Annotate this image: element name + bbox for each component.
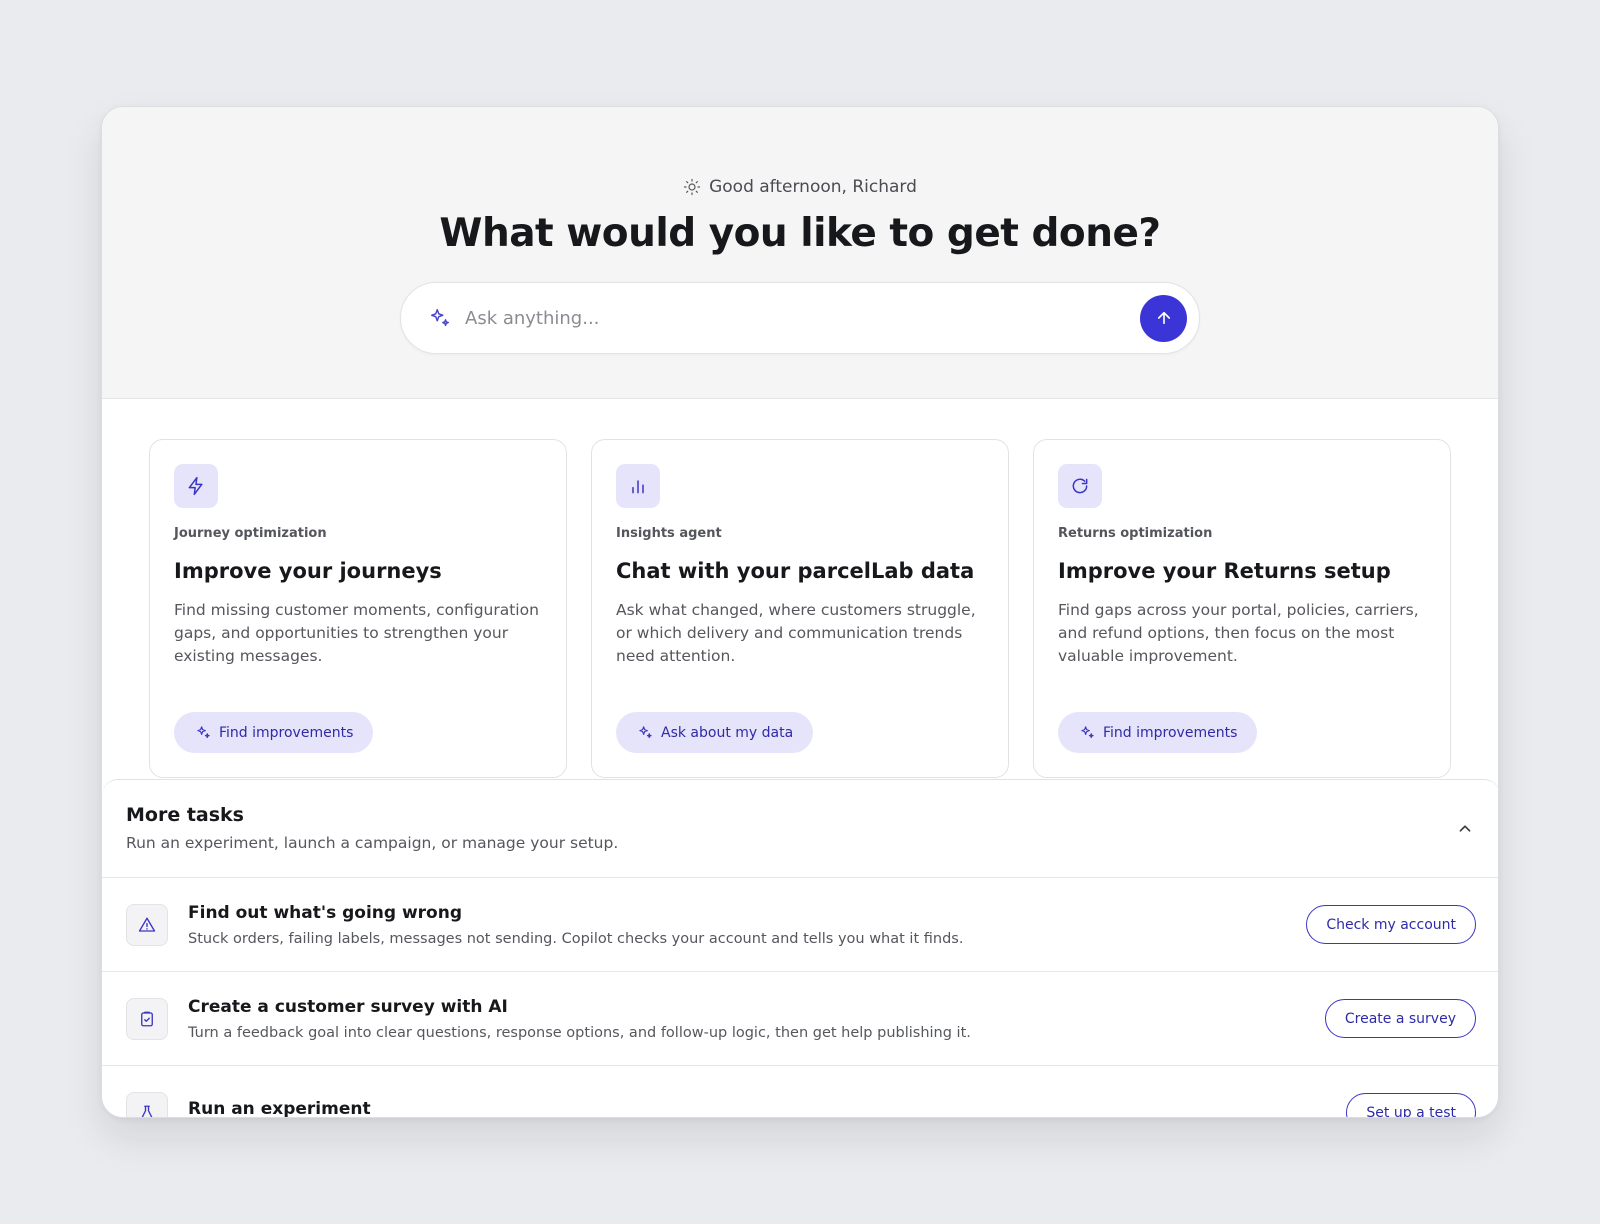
card-description: Find missing customer moments, configura… <box>174 601 539 665</box>
page-title: What would you like to get done? <box>439 211 1161 256</box>
greeting-text: Good afternoon, Richard <box>709 177 917 197</box>
task-title: Run an experiment <box>188 1098 371 1118</box>
suggestion-cards: Journey optimization Improve your journe… <box>102 399 1498 778</box>
sun-icon <box>683 178 701 196</box>
task-row: Run an experiment Set up a test <box>102 1066 1498 1118</box>
button-label: Find improvements <box>1103 724 1238 741</box>
card-eyebrow: Returns optimization <box>1058 526 1213 541</box>
card-insights-agent: Insights agent Chat with your parcelLab … <box>591 439 1009 778</box>
task-row: Create a customer survey with AI Turn a … <box>102 972 1498 1066</box>
copilot-window: Good afternoon, Richard What would you l… <box>101 106 1499 1118</box>
more-tasks-panel: More tasks Run an experiment, launch a c… <box>102 779 1498 1118</box>
card-title: Improve your Returns setup <box>1058 559 1391 583</box>
ask-bar <box>400 282 1200 354</box>
check-my-account-button[interactable]: Check my account <box>1306 905 1476 944</box>
ask-input[interactable] <box>465 307 1140 329</box>
greeting: Good afternoon, Richard <box>683 177 917 197</box>
hero-section: Good afternoon, Richard What would you l… <box>102 107 1498 399</box>
card-eyebrow: Insights agent <box>616 526 722 541</box>
create-a-survey-button[interactable]: Create a survey <box>1324 999 1476 1038</box>
more-tasks-subtitle: Run an experiment, launch a campaign, or… <box>126 834 619 852</box>
send-button[interactable] <box>1140 294 1187 342</box>
ask-about-my-data-button[interactable]: Ask about my data <box>616 712 814 753</box>
sparkle-icon <box>639 726 652 739</box>
card-eyebrow: Journey optimization <box>174 526 327 541</box>
flask-icon <box>126 1091 168 1117</box>
more-tasks-title: More tasks <box>126 804 244 826</box>
sparkle-icon <box>197 726 210 739</box>
task-description: Turn a feedback goal into clear question… <box>188 1024 971 1041</box>
more-tasks-header[interactable]: More tasks Run an experiment, launch a c… <box>102 780 1498 878</box>
lightning-icon <box>174 464 218 508</box>
find-improvements-button[interactable]: Find improvements <box>174 712 374 753</box>
task-row: Find out what's going wrong Stuck orders… <box>102 878 1498 972</box>
sparkle-icon <box>429 307 451 329</box>
task-title: Create a customer survey with AI <box>188 996 508 1017</box>
card-title: Chat with your parcelLab data <box>616 559 975 583</box>
card-description: Ask what changed, where customers strugg… <box>616 601 976 665</box>
arrow-up-icon <box>1157 311 1170 325</box>
find-improvements-button[interactable]: Find improvements <box>1058 712 1258 753</box>
bar-chart-icon <box>616 464 660 508</box>
clipboard-check-icon <box>126 997 168 1040</box>
sparkle-icon <box>1081 726 1094 739</box>
card-title: Improve your journeys <box>174 559 442 583</box>
set-up-a-test-button[interactable]: Set up a test <box>1346 1093 1476 1117</box>
warning-triangle-icon <box>126 903 168 946</box>
button-label: Find improvements <box>219 724 354 741</box>
card-description: Find gaps across your portal, policies, … <box>1058 601 1419 665</box>
refresh-icon <box>1058 464 1102 508</box>
card-journey-optimization: Journey optimization Improve your journe… <box>149 439 567 778</box>
task-title: Find out what's going wrong <box>188 902 463 923</box>
chevron-up-icon[interactable] <box>1454 818 1476 840</box>
card-returns-optimization: Returns optimization Improve your Return… <box>1033 439 1451 778</box>
button-label: Ask about my data <box>661 724 794 741</box>
task-description: Stuck orders, failing labels, messages n… <box>188 930 964 947</box>
